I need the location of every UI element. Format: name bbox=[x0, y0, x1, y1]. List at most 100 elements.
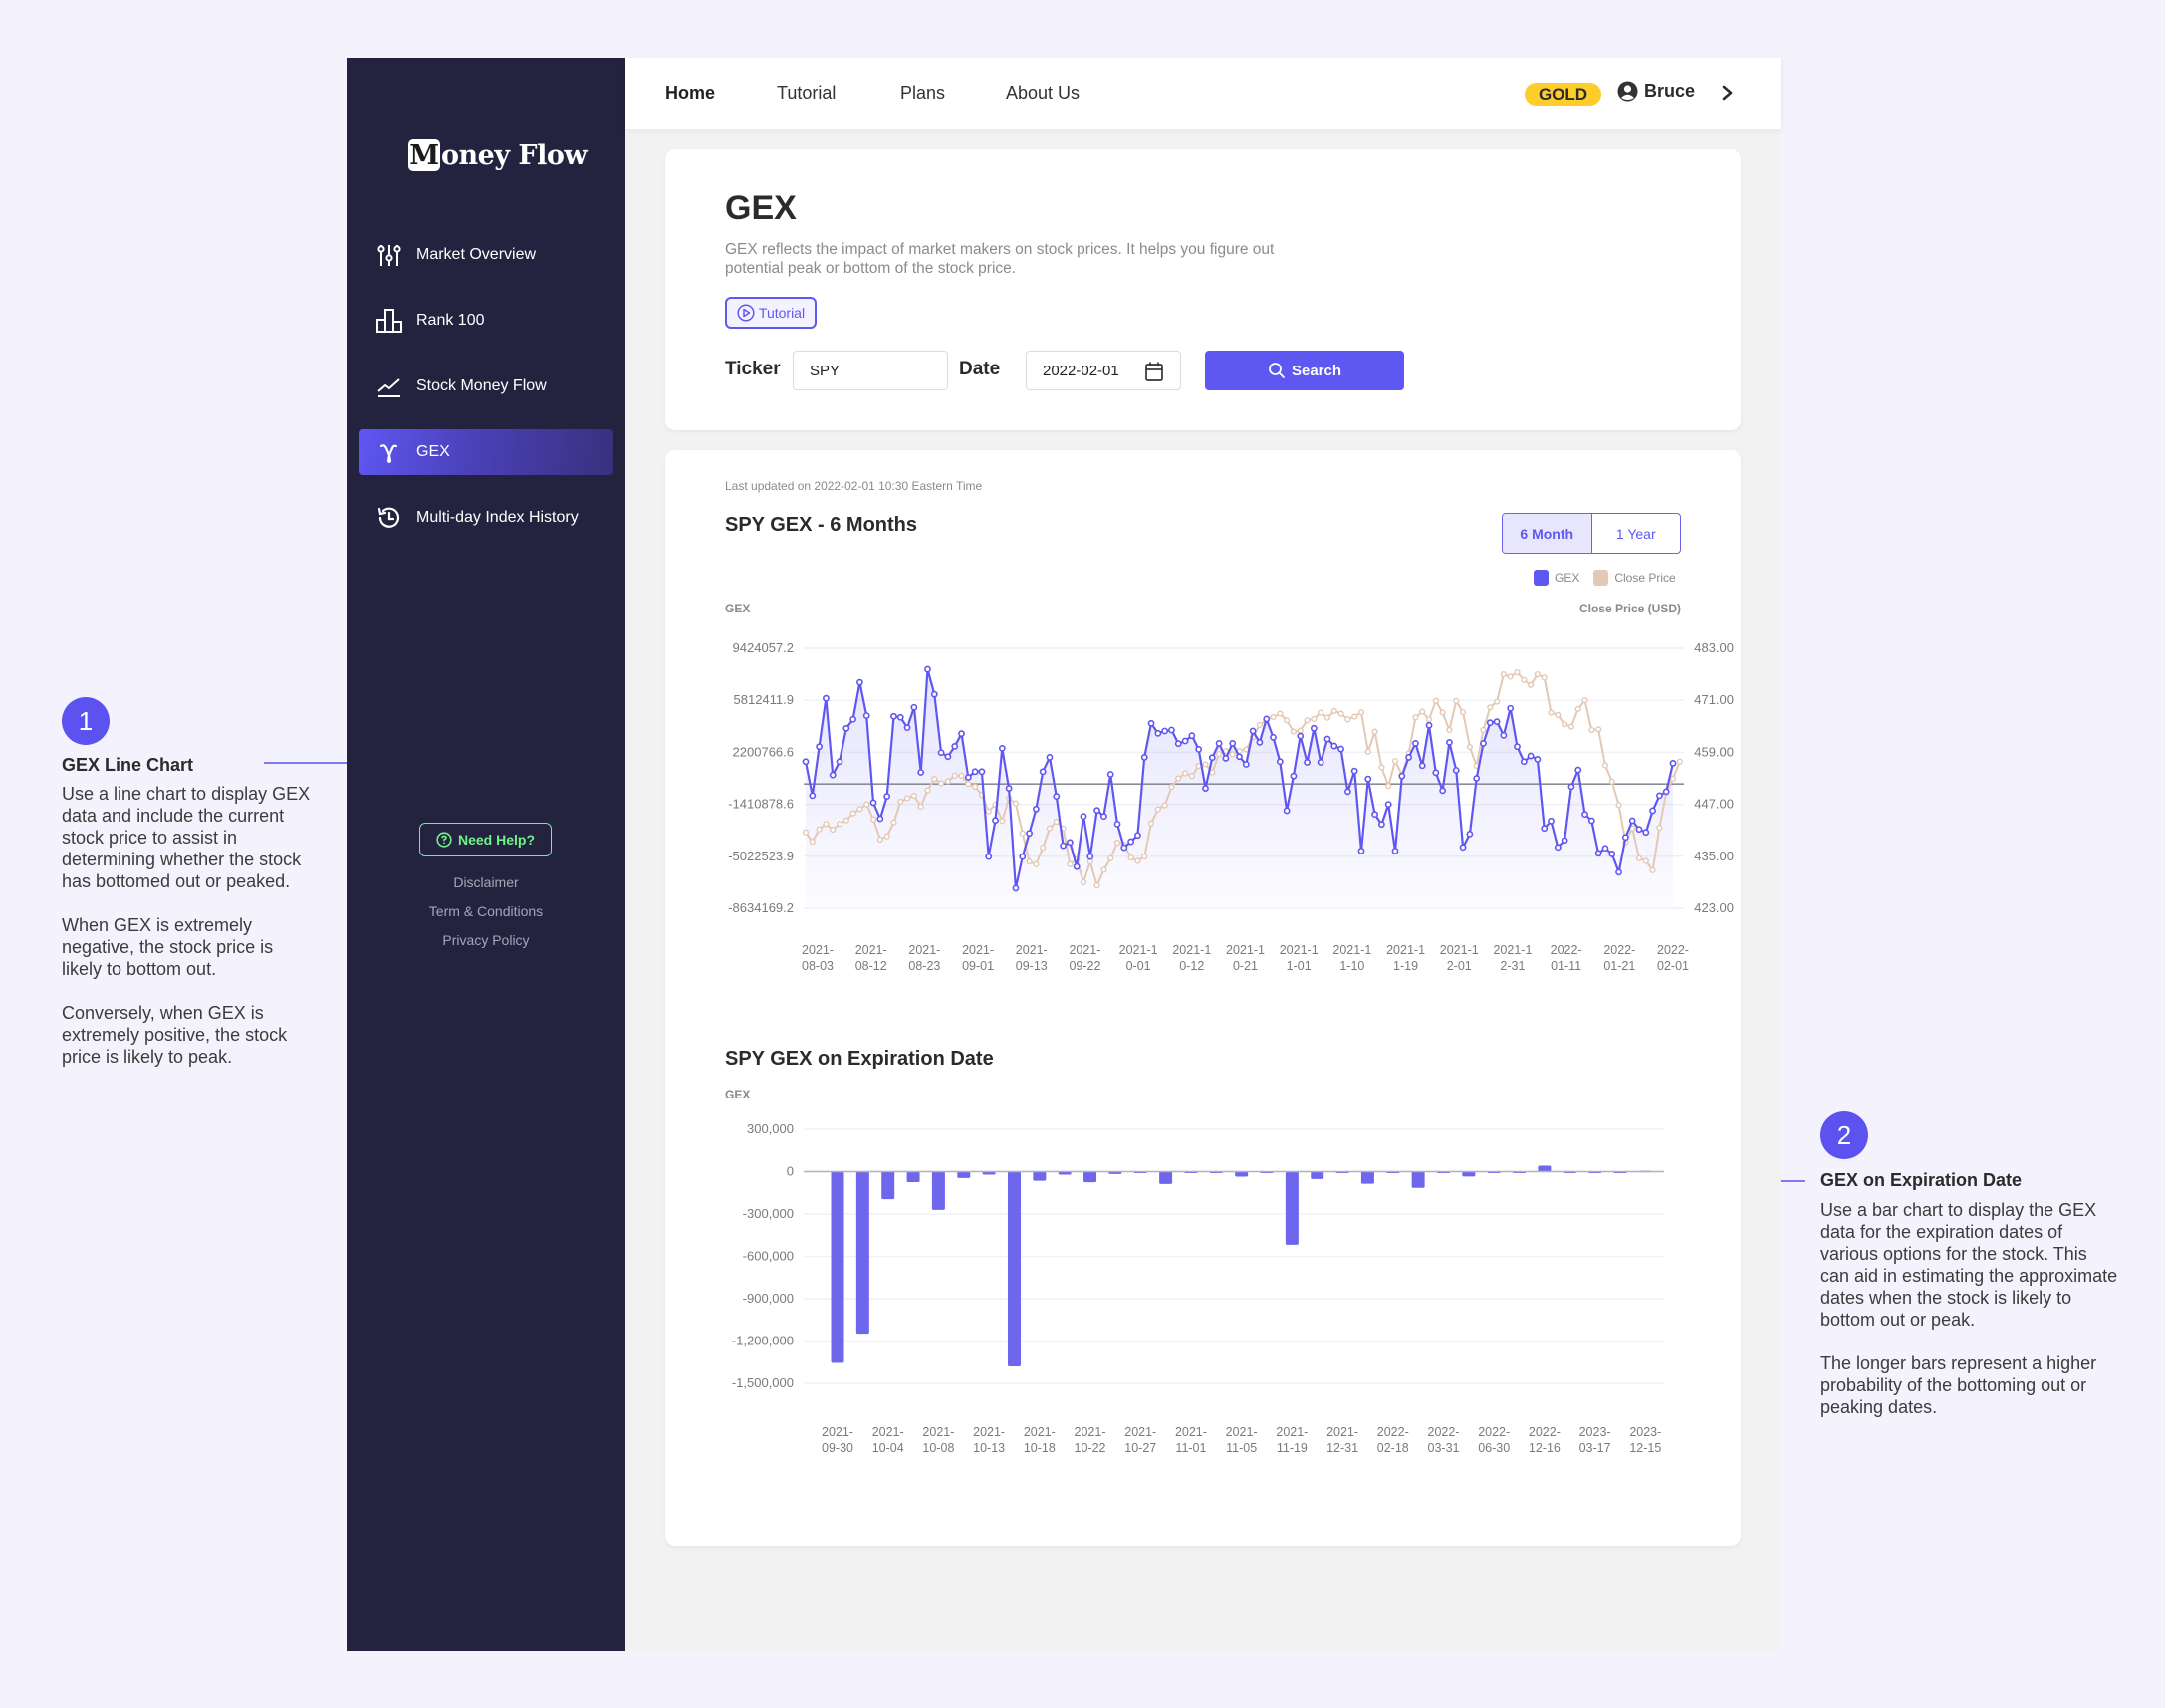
gex-point[interactable] bbox=[1330, 742, 1338, 750]
price-point[interactable] bbox=[999, 818, 1006, 825]
price-point[interactable] bbox=[1033, 860, 1040, 867]
gex-point[interactable] bbox=[836, 758, 843, 766]
disclaimer-link[interactable]: Disclaimer bbox=[347, 874, 625, 890]
price-point[interactable] bbox=[924, 787, 931, 794]
gex-point[interactable] bbox=[1561, 837, 1568, 845]
gex-point[interactable] bbox=[1032, 805, 1040, 813]
gex-point[interactable] bbox=[998, 744, 1006, 752]
price-point[interactable] bbox=[836, 821, 843, 828]
bar[interactable] bbox=[1311, 1171, 1324, 1179]
price-point[interactable] bbox=[1412, 714, 1419, 721]
gex-point[interactable] bbox=[1466, 830, 1474, 838]
price-point[interactable] bbox=[1601, 762, 1609, 769]
gex-point[interactable] bbox=[1100, 813, 1107, 821]
gex-point[interactable] bbox=[978, 768, 986, 776]
gex-point[interactable] bbox=[849, 715, 857, 723]
gex-point[interactable] bbox=[1405, 754, 1413, 761]
gex-point[interactable] bbox=[883, 793, 891, 800]
gex-point[interactable] bbox=[924, 665, 931, 673]
gex-point[interactable] bbox=[890, 712, 897, 720]
price-point[interactable] bbox=[1521, 676, 1528, 683]
gex-point[interactable] bbox=[1439, 787, 1447, 795]
gex-point[interactable] bbox=[1554, 844, 1562, 852]
price-point[interactable] bbox=[802, 829, 810, 836]
price-point[interactable] bbox=[1270, 713, 1277, 721]
gex-point[interactable] bbox=[1594, 850, 1602, 857]
price-point[interactable] bbox=[958, 772, 965, 779]
price-point[interactable] bbox=[1656, 824, 1663, 832]
gex-point[interactable] bbox=[1412, 739, 1419, 747]
gex-point[interactable] bbox=[1215, 739, 1223, 747]
price-point[interactable] bbox=[1277, 710, 1284, 717]
gex-point[interactable] bbox=[829, 771, 837, 779]
gex-line-chart[interactable]: 9424057.2 483.00 5812411.9 471.00 2200766.6 4… bbox=[665, 610, 1741, 1028]
price-point[interactable] bbox=[1040, 845, 1047, 852]
privacy-policy-link[interactable]: Privacy Policy bbox=[347, 932, 625, 948]
bar[interactable] bbox=[855, 1171, 869, 1335]
gex-point[interactable] bbox=[1019, 853, 1027, 860]
price-point[interactable] bbox=[1567, 723, 1575, 730]
price-point[interactable] bbox=[1080, 878, 1087, 886]
nav-about-us[interactable]: About Us bbox=[1006, 83, 1080, 104]
gex-point[interactable] bbox=[1384, 801, 1392, 809]
gex-bar-chart[interactable]: 300,000 0 -300,000 -600,000 -900,000 -1,200,0… bbox=[665, 1107, 1741, 1526]
gex-point[interactable] bbox=[903, 724, 911, 732]
terms-link[interactable]: Term & Conditions bbox=[347, 903, 625, 919]
price-point[interactable] bbox=[1466, 743, 1473, 751]
gex-point[interactable] bbox=[1080, 813, 1087, 821]
gex-point[interactable] bbox=[1026, 830, 1033, 838]
price-point[interactable] bbox=[1514, 668, 1521, 676]
gex-point[interactable] bbox=[1548, 817, 1555, 825]
price-point[interactable] bbox=[1067, 860, 1074, 867]
gex-point[interactable] bbox=[1635, 826, 1643, 834]
price-point[interactable] bbox=[1284, 717, 1291, 724]
gex-point[interactable] bbox=[1323, 735, 1331, 743]
price-point[interactable] bbox=[1337, 710, 1344, 717]
price-point[interactable] bbox=[910, 792, 917, 800]
price-point[interactable] bbox=[951, 772, 958, 779]
price-point[interactable] bbox=[1541, 674, 1548, 681]
gex-point[interactable] bbox=[1642, 829, 1650, 837]
gex-point[interactable] bbox=[1249, 727, 1257, 735]
gex-point[interactable] bbox=[1297, 732, 1305, 740]
gex-point[interactable] bbox=[1459, 844, 1467, 852]
gex-point[interactable] bbox=[1053, 793, 1061, 800]
gex-point[interactable] bbox=[1452, 767, 1460, 774]
gex-point[interactable] bbox=[1500, 731, 1508, 739]
gex-point[interactable] bbox=[1181, 737, 1189, 745]
gex-point[interactable] bbox=[1012, 884, 1020, 892]
search-button[interactable]: Search bbox=[1205, 351, 1404, 390]
price-point[interactable] bbox=[1493, 698, 1501, 705]
gex-point[interactable] bbox=[869, 799, 877, 807]
gex-point[interactable] bbox=[944, 753, 952, 761]
price-point[interactable] bbox=[1459, 709, 1467, 716]
gex-point[interactable] bbox=[896, 713, 904, 721]
gex-point[interactable] bbox=[1086, 853, 1094, 860]
bar[interactable] bbox=[1360, 1171, 1374, 1184]
price-point[interactable] bbox=[1562, 721, 1568, 728]
price-point[interactable] bbox=[823, 821, 830, 828]
gex-point[interactable] bbox=[1283, 807, 1291, 815]
bar[interactable] bbox=[881, 1171, 895, 1200]
gex-point[interactable] bbox=[1073, 862, 1081, 870]
price-point[interactable] bbox=[1480, 726, 1487, 734]
gex-point[interactable] bbox=[1120, 844, 1128, 852]
gex-point[interactable] bbox=[1106, 771, 1114, 778]
price-point[interactable] bbox=[1318, 709, 1324, 716]
price-point[interactable] bbox=[1019, 830, 1026, 837]
price-point[interactable] bbox=[1175, 775, 1182, 782]
price-point[interactable] bbox=[1446, 726, 1453, 734]
gex-point[interactable] bbox=[816, 743, 824, 751]
gex-point[interactable] bbox=[1113, 820, 1121, 828]
price-point[interactable] bbox=[1053, 818, 1060, 826]
price-point[interactable] bbox=[1364, 748, 1371, 755]
bar[interactable] bbox=[1159, 1171, 1173, 1184]
price-point[interactable] bbox=[1588, 726, 1595, 734]
gex-point[interactable] bbox=[856, 678, 863, 686]
gex-point[interactable] bbox=[1507, 704, 1515, 712]
gex-point[interactable] bbox=[930, 690, 938, 698]
price-point[interactable] bbox=[1548, 709, 1555, 716]
gex-point[interactable] bbox=[1371, 811, 1378, 819]
price-point[interactable] bbox=[1487, 704, 1494, 711]
gex-point[interactable] bbox=[1628, 817, 1636, 825]
